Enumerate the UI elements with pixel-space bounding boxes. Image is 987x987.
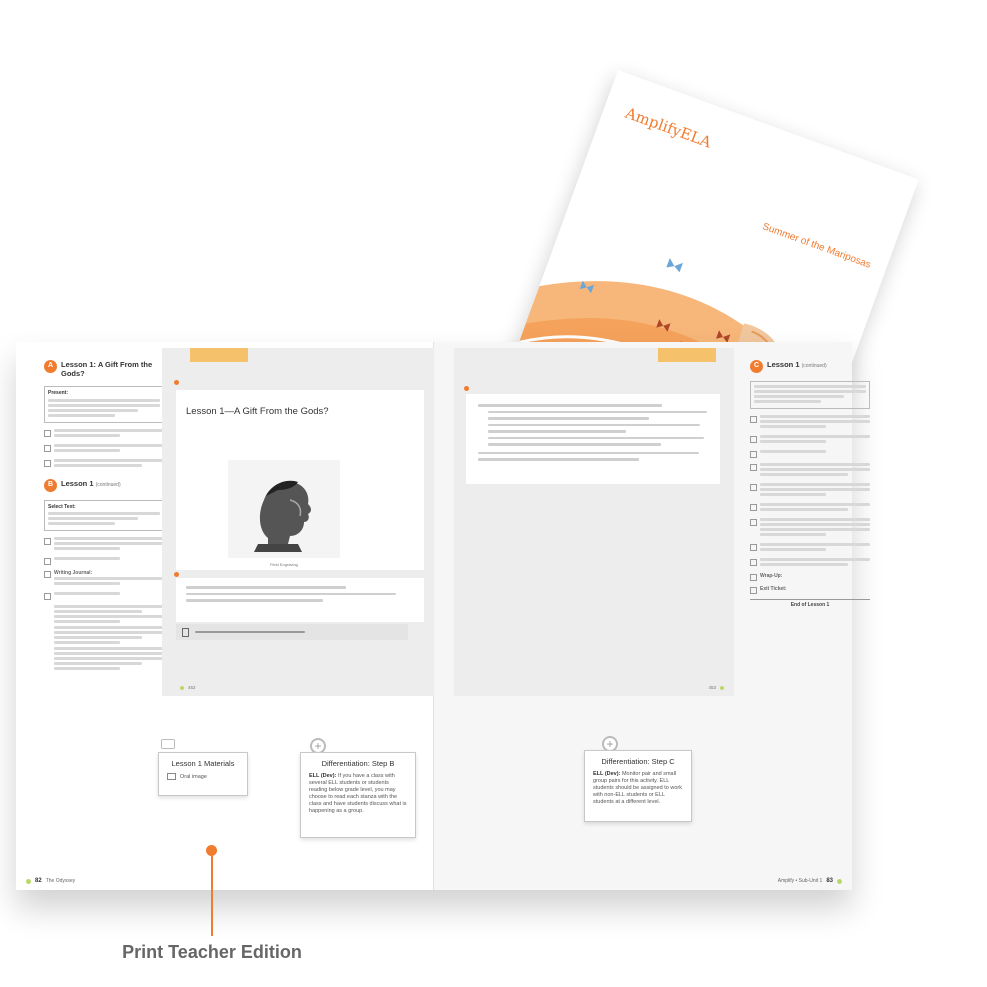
inner-folio-number-right: 453 xyxy=(708,685,716,690)
section-tab xyxy=(190,348,248,362)
chart-icon xyxy=(750,519,757,526)
differentiation-step-c-lead: ELL (Dev): xyxy=(593,771,621,777)
lesson-card: Lesson 1—A Gift From the Gods? Field Eng… xyxy=(174,380,424,570)
left-sidebar: A Lesson 1: A Gift From the Gods? Presen… xyxy=(44,360,164,672)
lesson-card-title: Lesson 1—A Gift From the Gods? xyxy=(186,406,329,417)
lesson-materials-box: Lesson 1 Materials Oral image xyxy=(158,752,248,796)
right-page-number: 83 xyxy=(826,878,833,884)
end-of-lesson-label: End of Lesson 1 xyxy=(750,599,870,609)
portrait-engraving-image xyxy=(228,460,340,558)
left-page-number: 82 xyxy=(35,878,42,884)
student-page-preview-right: 453 xyxy=(454,348,734,696)
activity-card xyxy=(464,386,720,484)
left-footer: 82 The Odyssey xyxy=(26,878,75,884)
left-page: A Lesson 1: A Gift From the Gods? Presen… xyxy=(16,342,438,890)
book-icon xyxy=(44,538,51,545)
question-card xyxy=(174,572,424,622)
response-bullets xyxy=(54,604,164,670)
pencil-icon xyxy=(750,451,757,458)
inner-folio-right: 453 xyxy=(708,685,724,690)
exit-ticket-label: Exit Ticket: xyxy=(760,586,787,592)
differentiation-step-b-lead: ELL (Dev): xyxy=(309,773,337,779)
sidebar-step: Writing Journal: xyxy=(44,570,164,587)
checkbox-icon xyxy=(750,484,757,491)
portrait-caption: Field Engraving xyxy=(270,562,298,567)
sidebar-step xyxy=(44,537,164,552)
checkbox-icon xyxy=(750,464,757,471)
sort-discuss-callout xyxy=(750,381,870,409)
print-teacher-edition-label: Print Teacher Edition xyxy=(122,942,302,962)
differentiation-step-b-text: If you have a class with several ELL stu… xyxy=(309,773,407,814)
right-page: 453 C Lesson 1 (continued) Wrap-Up: Exit… xyxy=(434,342,870,890)
pencil-icon xyxy=(44,571,51,578)
monitor-icon xyxy=(161,739,175,749)
discuss-icon xyxy=(44,459,51,467)
callout-pointer-dot xyxy=(206,845,217,856)
differentiation-step-b-title: Differentiation: Step B xyxy=(321,759,395,768)
lesson-materials-title: Lesson 1 Materials xyxy=(171,759,235,768)
book-icon xyxy=(750,559,757,566)
checkbox-icon xyxy=(750,504,757,511)
wrap-up-label: Wrap-Up: xyxy=(760,573,783,579)
materials-item: Oral image xyxy=(167,773,239,780)
select-text-callout: Select Text: xyxy=(44,499,164,531)
book-icon xyxy=(750,436,757,443)
present-label: Present: xyxy=(48,390,69,396)
projector-icon xyxy=(44,429,51,437)
discuss-icon xyxy=(750,416,757,423)
writing-journal-bar xyxy=(176,624,408,640)
image-icon xyxy=(167,773,176,780)
left-footer-text: The Odyssey xyxy=(45,878,76,884)
lesson-b-badge: B xyxy=(44,478,57,492)
differentiation-step-b-box: Differentiation: Step B ELL (Dev): If yo… xyxy=(300,752,416,838)
right-footer: Amplify • Sub-Unit 1 83 xyxy=(778,878,842,884)
lesson-c-subtitle: (continued) xyxy=(801,363,827,369)
lesson-b-title: Lesson 1 xyxy=(61,478,94,488)
inner-folio-left: 452 xyxy=(180,685,196,690)
writing-journal-label: Writing Journal: xyxy=(54,570,93,576)
ticket-icon xyxy=(750,587,757,594)
lesson-a-badge: A xyxy=(44,360,57,373)
sidebar-step xyxy=(44,557,164,565)
present-callout: Present: xyxy=(44,386,164,423)
section-tab xyxy=(658,348,716,362)
book-icon xyxy=(44,444,51,452)
journal-icon xyxy=(182,627,189,637)
lesson-c-title: Lesson 1 xyxy=(767,360,800,369)
lesson-c-heading: C Lesson 1 (continued) xyxy=(750,360,870,373)
sidebar-step xyxy=(44,443,164,454)
lesson-b-subtitle: (continued) xyxy=(95,481,121,488)
sidebar-step xyxy=(44,458,164,469)
sidebar-step xyxy=(44,428,164,439)
lesson-b-heading: B Lesson 1 (continued) xyxy=(44,478,164,492)
pencil-icon xyxy=(44,592,51,600)
pencil-icon xyxy=(44,558,51,565)
pencil-icon xyxy=(750,574,757,581)
lesson-a-heading: A Lesson 1: A Gift From the Gods? xyxy=(44,360,164,378)
sidebar-step xyxy=(44,591,164,600)
lesson-c-badge: C xyxy=(750,360,763,373)
differentiation-step-c-title: Differentiation: Step C xyxy=(601,757,675,766)
book-icon xyxy=(750,544,757,551)
materials-item-label: Oral image xyxy=(180,773,207,780)
right-sidebar: C Lesson 1 (continued) Wrap-Up: Exit Tic… xyxy=(750,360,870,609)
inner-folio-number: 452 xyxy=(188,685,196,690)
select-text-label: Select Text: xyxy=(48,503,76,510)
lesson-a-title: Lesson 1: A Gift From the Gods? xyxy=(61,360,153,378)
differentiation-step-c-box: Differentiation: Step C ELL (Dev): Monit… xyxy=(584,750,692,822)
right-footer-text: Amplify • Sub-Unit 1 xyxy=(777,878,823,884)
student-page-preview-left: Lesson 1—A Gift From the Gods? Field Eng… xyxy=(162,348,438,696)
teacher-edition-spread: A Lesson 1: A Gift From the Gods? Presen… xyxy=(16,342,870,890)
callout-pointer-line xyxy=(211,856,213,936)
